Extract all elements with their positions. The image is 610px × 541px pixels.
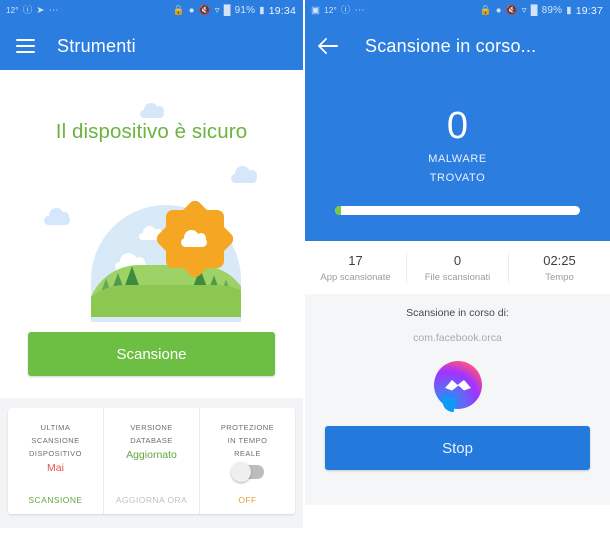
status-bar-right-icons: 🔒 ● 🔇 ▿ █ 89% ▮ 19:37 xyxy=(480,5,603,17)
page-title: Strumenti xyxy=(57,35,136,56)
battery-icon: ▮ xyxy=(259,5,265,17)
battery-percent: 91% xyxy=(234,5,256,16)
card-title-line: DATABASE xyxy=(130,436,173,445)
vpn-key-icon: 🔒 xyxy=(479,5,492,17)
card-database-version[interactable]: VERSIONE DATABASE Aggiornato AGGIORNA OR… xyxy=(103,408,199,514)
sun-cloudlet-shape xyxy=(181,230,207,247)
clock-time: 19:37 xyxy=(575,5,603,17)
scan-progress-header: 0 MALWARE TROVATO xyxy=(305,70,610,241)
clock-time: 19:34 xyxy=(268,5,296,17)
left-status-bar: 12° ⓘ ➤ ⋯ 🔒 ● 🔇 ▿ █ 91% ▮ 19:34 xyxy=(0,0,303,22)
stat-label: Tempo xyxy=(545,272,574,283)
temperature-indicator: 12° xyxy=(6,6,19,15)
malware-count: 0 xyxy=(446,105,469,147)
sun-cloud-icon xyxy=(153,197,237,281)
card-title-line: VERSIONE xyxy=(130,423,173,432)
stat-label: App scansionate xyxy=(320,272,391,283)
alert-circle-icon: ⓘ xyxy=(340,5,351,17)
temperature-indicator: 12° xyxy=(324,6,337,15)
card-value: Aggiornato xyxy=(126,449,177,461)
page-title: Scansione in corso... xyxy=(365,35,537,56)
status-bar-left-icons: ▣ 12° ⓘ ⋯ xyxy=(311,6,366,16)
left-phone-screen: 12° ⓘ ➤ ⋯ 🔒 ● 🔇 ▿ █ 91% ▮ 19:34 Strument… xyxy=(0,0,305,541)
battery-icon: ▮ xyxy=(566,5,572,17)
more-dots-icon: ⋯ xyxy=(48,5,60,16)
telegram-icon: ➤ xyxy=(36,5,45,17)
card-action-scan[interactable]: SCANSIONE xyxy=(28,495,82,505)
toggle-knob xyxy=(230,462,251,482)
current-scan-section: Scansione in corso di: com.facebook.orca… xyxy=(305,294,610,505)
card-action-update-now[interactable]: AGGIORNA ORA xyxy=(116,495,188,505)
stat-files-scanned: 0 File scansionati xyxy=(406,253,508,283)
location-icon: ● xyxy=(495,5,502,17)
status-bar-left-icons: 12° ⓘ ➤ ⋯ xyxy=(6,6,60,16)
hill-front-shape xyxy=(91,285,241,317)
landscape-illustration xyxy=(91,197,241,322)
card-last-device-scan[interactable]: ULTIMA SCANSIONE DISPOSITIVO Mai SCANSIO… xyxy=(8,408,103,514)
stat-value: 17 xyxy=(348,253,363,268)
hero-illustration-area: Il dispositivo è sicuro xyxy=(0,70,303,322)
stat-value: 0 xyxy=(453,253,462,268)
malware-label-line1: MALWARE xyxy=(428,153,487,165)
card-title-line: DISPOSITIVO xyxy=(29,449,82,458)
signal-icon: █ xyxy=(530,5,538,17)
wifi-icon: ▿ xyxy=(214,5,220,17)
status-bar-right-icons: 🔒 ● 🔇 ▿ █ 91% ▮ 19:34 xyxy=(173,5,296,17)
cloud-decoration-icon xyxy=(44,208,70,225)
stat-apps-scanned: 17 App scansionate xyxy=(305,253,406,283)
scanning-package-name: com.facebook.orca xyxy=(413,332,502,344)
messenger-icon xyxy=(433,361,482,413)
card-realtime-protection[interactable]: PROTEZIONE IN TEMPO REALE OFF xyxy=(199,408,295,514)
alert-circle-icon: ⓘ xyxy=(22,5,33,17)
mute-icon: 🔇 xyxy=(505,5,518,17)
signal-icon: █ xyxy=(223,5,231,17)
back-arrow-icon[interactable] xyxy=(319,36,339,56)
screenshot-root: 12° ⓘ ➤ ⋯ 🔒 ● 🔇 ▿ █ 91% ▮ 19:34 Strument… xyxy=(0,0,610,541)
vpn-key-icon: 🔒 xyxy=(172,5,185,17)
card-title-line: REALE xyxy=(234,449,261,458)
right-status-bar: ▣ 12° ⓘ ⋯ 🔒 ● 🔇 ▿ █ 89% ▮ 19:37 xyxy=(305,0,610,22)
messenger-bolt-shape xyxy=(444,380,471,391)
cloud-decoration-icon xyxy=(140,103,164,118)
card-action-protection-state[interactable]: OFF xyxy=(238,495,256,505)
mute-icon: 🔇 xyxy=(198,5,211,17)
stop-button[interactable]: Stop xyxy=(325,426,590,470)
card-title-line: PROTEZIONE xyxy=(220,423,275,432)
stat-value: 02:25 xyxy=(543,253,576,268)
stat-label: File scansionati xyxy=(424,272,491,283)
realtime-protection-toggle[interactable] xyxy=(230,462,264,482)
scan-button[interactable]: Scansione xyxy=(28,332,275,376)
scan-progress-fill xyxy=(335,206,342,215)
wifi-icon: ▿ xyxy=(521,5,527,17)
scan-stats-row: 17 App scansionate 0 File scansionati 02… xyxy=(305,241,610,294)
battery-percent: 89% xyxy=(541,5,563,16)
image-icon: ▣ xyxy=(311,5,321,17)
more-dots-icon: ⋯ xyxy=(354,5,366,16)
malware-label-line2: TROVATO xyxy=(429,172,486,184)
stop-button-container: Stop xyxy=(305,409,610,470)
info-cards: ULTIMA SCANSIONE DISPOSITIVO Mai SCANSIO… xyxy=(8,408,295,514)
card-value: Mai xyxy=(47,462,64,474)
left-app-bar: Strumenti xyxy=(0,22,303,70)
scan-progress-bar xyxy=(335,206,580,215)
right-phone-screen: ▣ 12° ⓘ ⋯ 🔒 ● 🔇 ▿ █ 89% ▮ 19:37 Scansion… xyxy=(305,0,610,541)
device-status-title: Il dispositivo è sicuro xyxy=(55,120,248,143)
card-title-line: ULTIMA xyxy=(40,423,71,432)
card-title-line: IN TEMPO xyxy=(227,436,268,445)
cloud-decoration-icon xyxy=(231,166,257,183)
location-icon: ● xyxy=(188,5,195,17)
card-title-line: SCANSIONE xyxy=(31,436,80,445)
stat-elapsed-time: 02:25 Tempo xyxy=(508,253,610,283)
scan-button-container: Scansione xyxy=(0,322,303,398)
info-cards-zone: ULTIMA SCANSIONE DISPOSITIVO Mai SCANSIO… xyxy=(0,398,303,528)
right-app-bar: Scansione in corso... xyxy=(305,22,610,70)
hamburger-icon[interactable] xyxy=(16,39,35,53)
scanning-now-label: Scansione in corso di: xyxy=(406,307,509,319)
